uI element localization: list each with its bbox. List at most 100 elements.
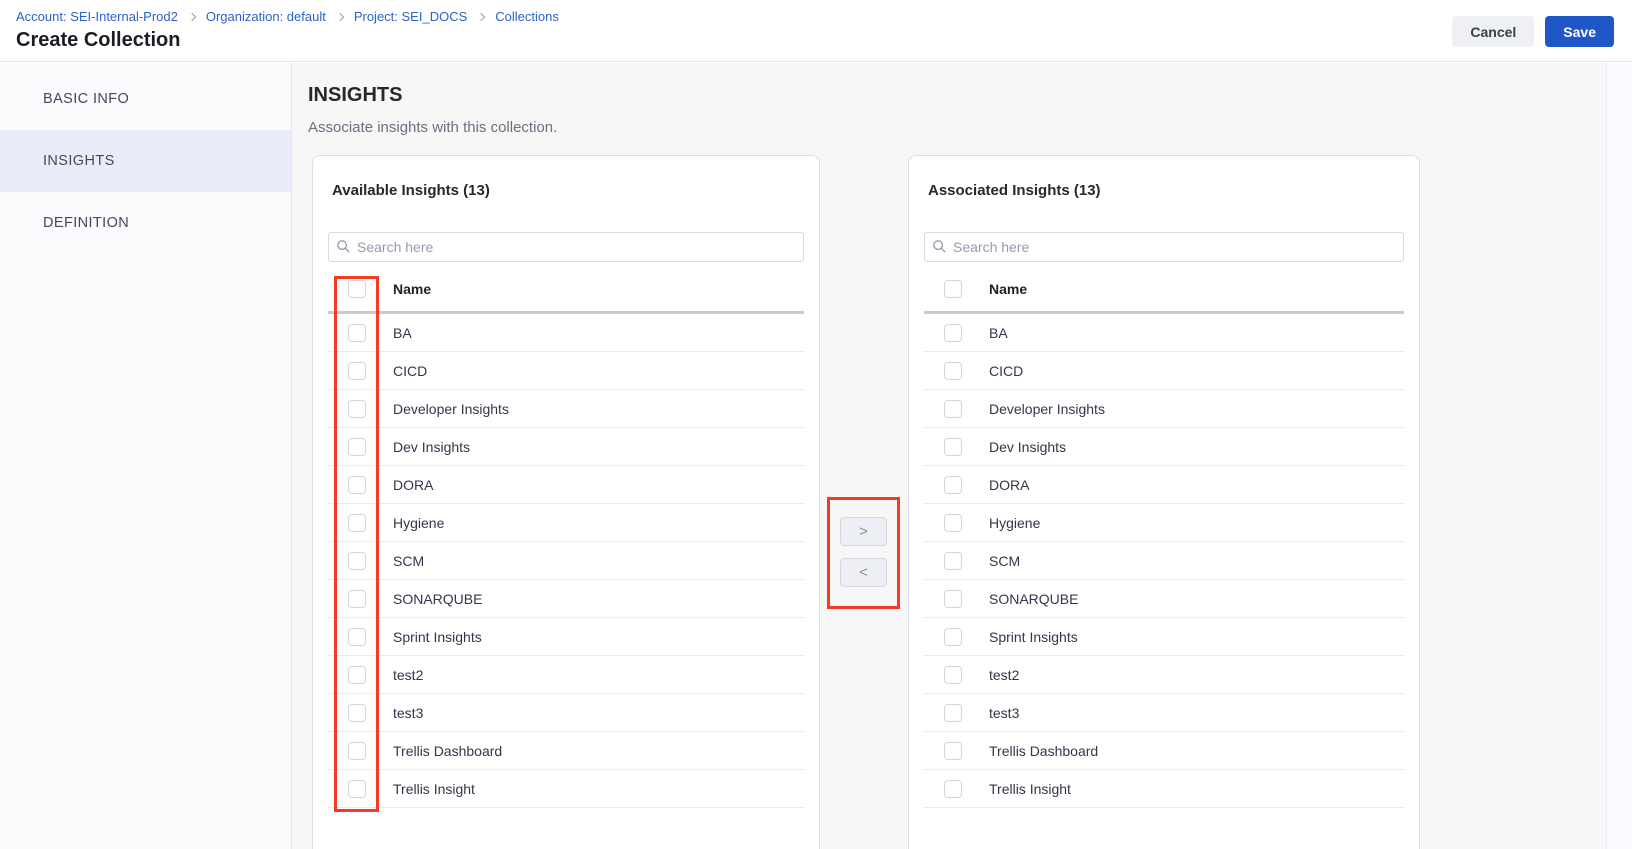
associated-search [924, 232, 1404, 262]
table-row: DORA [924, 466, 1404, 504]
row-name: Hygiene [393, 515, 444, 531]
row-checkbox[interactable] [348, 780, 366, 798]
section-subtitle: Associate insights with this collection. [308, 119, 557, 136]
breadcrumb-collections[interactable]: Collections [495, 9, 559, 24]
row-checkbox[interactable] [348, 324, 366, 342]
row-name: Trellis Dashboard [393, 743, 502, 759]
row-checkbox[interactable] [944, 324, 962, 342]
breadcrumb-organization[interactable]: Organization: default [206, 9, 326, 24]
table-row: test3 [328, 694, 804, 732]
table-row: Sprint Insights [924, 618, 1404, 656]
row-name: test3 [989, 705, 1019, 721]
row-checkbox[interactable] [944, 704, 962, 722]
table-row: Dev Insights [328, 428, 804, 466]
save-button[interactable]: Save [1545, 16, 1614, 47]
row-name: DORA [989, 477, 1029, 493]
chevron-right-icon [188, 12, 196, 20]
row-checkbox[interactable] [944, 514, 962, 532]
row-checkbox[interactable] [944, 780, 962, 798]
table-row: test3 [924, 694, 1404, 732]
row-checkbox[interactable] [348, 628, 366, 646]
row-name: CICD [393, 363, 427, 379]
row-checkbox[interactable] [348, 704, 366, 722]
page-scrollbar[interactable] [1606, 63, 1632, 849]
row-name: test3 [393, 705, 423, 721]
table-row: DORA [328, 466, 804, 504]
row-name: BA [989, 325, 1008, 341]
chevron-right-icon [336, 12, 344, 20]
table-row: SONARQUBE [924, 580, 1404, 618]
row-checkbox[interactable] [348, 552, 366, 570]
row-checkbox[interactable] [944, 742, 962, 760]
row-checkbox[interactable] [944, 552, 962, 570]
move-left-button[interactable]: < [840, 558, 887, 587]
sidebar-item-definition[interactable]: DEFINITION [0, 192, 291, 254]
associated-insights-panel: Associated Insights (13) Name BA CICDDeve… [908, 155, 1420, 849]
table-row: SCM [328, 542, 804, 580]
available-table-body: BA CICD Developer Insights Dev Insights DORA… [328, 314, 804, 808]
table-row: Developer Insights [924, 390, 1404, 428]
row-name: SCM [393, 553, 424, 569]
name-column-header: Name [989, 281, 1027, 297]
row-name: Sprint Insights [989, 629, 1078, 645]
row-checkbox[interactable] [348, 590, 366, 608]
table-row: BA [924, 314, 1404, 352]
row-name: Trellis Insight [989, 781, 1071, 797]
row-checkbox[interactable] [348, 438, 366, 456]
row-checkbox[interactable] [348, 476, 366, 494]
row-name: DORA [393, 477, 433, 493]
table-row: Hygiene [328, 504, 804, 542]
name-column-header: Name [393, 281, 431, 297]
table-row: Trellis Dashboard [328, 732, 804, 770]
table-row: BA [328, 314, 804, 352]
move-right-button[interactable]: > [840, 517, 887, 546]
row-name: SONARQUBE [989, 591, 1078, 607]
row-checkbox[interactable] [348, 362, 366, 380]
associated-table-header: Name [924, 266, 1404, 314]
sidebar: BASIC INFO INSIGHTS DEFINITION [0, 63, 292, 849]
row-checkbox[interactable] [944, 438, 962, 456]
section-title: INSIGHTS [308, 84, 402, 107]
table-row: Trellis Insight [328, 770, 804, 808]
table-row: CICD [328, 352, 804, 390]
available-search-input[interactable] [328, 232, 804, 262]
row-checkbox[interactable] [348, 400, 366, 418]
table-row: test2 [924, 656, 1404, 694]
sidebar-item-insights[interactable]: INSIGHTS [0, 130, 291, 192]
associated-search-input[interactable] [924, 232, 1404, 262]
row-checkbox[interactable] [944, 628, 962, 646]
table-row: test2 [328, 656, 804, 694]
page-title: Create Collection [16, 29, 180, 52]
table-row: Trellis Insight [924, 770, 1404, 808]
row-checkbox[interactable] [944, 666, 962, 684]
row-checkbox[interactable] [348, 514, 366, 532]
cancel-button[interactable]: Cancel [1452, 16, 1534, 47]
associated-insights-title: Associated Insights (13) [928, 182, 1400, 199]
row-name: Sprint Insights [393, 629, 482, 645]
table-row: Trellis Dashboard [924, 732, 1404, 770]
row-name: Dev Insights [393, 439, 470, 455]
row-name: SCM [989, 553, 1020, 569]
table-row: Dev Insights [924, 428, 1404, 466]
breadcrumb-account[interactable]: Account: SEI-Internal-Prod2 [16, 9, 178, 24]
breadcrumb: Account: SEI-Internal-Prod2 Organization… [16, 9, 559, 24]
available-insights-title: Available Insights (13) [332, 182, 800, 199]
row-checkbox[interactable] [944, 476, 962, 494]
available-search [328, 232, 804, 262]
row-checkbox[interactable] [944, 362, 962, 380]
available-insights-panel: Available Insights (13) Name BA CICD Devel… [312, 155, 820, 849]
row-checkbox[interactable] [348, 742, 366, 760]
row-name: SONARQUBE [393, 591, 482, 607]
table-row: SCM [924, 542, 1404, 580]
table-row: CICD [924, 352, 1404, 390]
row-name: BA [393, 325, 412, 341]
row-checkbox[interactable] [348, 666, 366, 684]
select-all-checkbox[interactable] [944, 280, 962, 298]
table-row: Sprint Insights [328, 618, 804, 656]
breadcrumb-project[interactable]: Project: SEI_DOCS [354, 9, 467, 24]
sidebar-item-basic-info[interactable]: BASIC INFO [0, 68, 291, 130]
row-checkbox[interactable] [944, 400, 962, 418]
select-all-checkbox[interactable] [348, 280, 366, 298]
row-checkbox[interactable] [944, 590, 962, 608]
table-row: Developer Insights [328, 390, 804, 428]
